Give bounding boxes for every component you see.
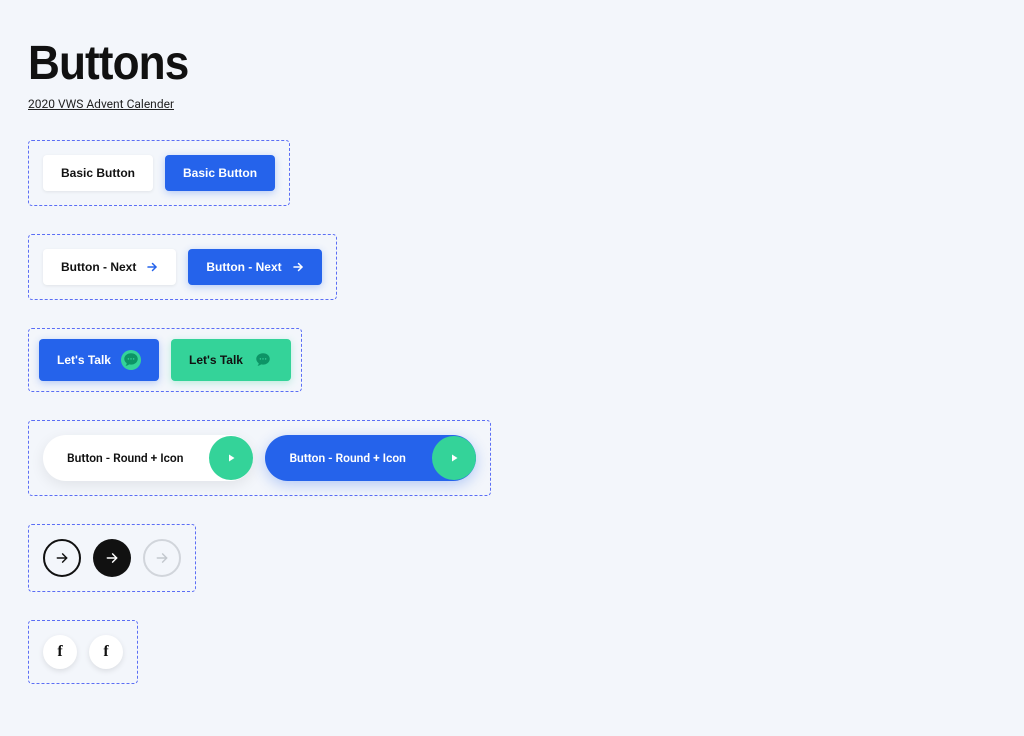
facebook-icon: f [103, 643, 108, 661]
group-next: Button - Next Button - Next [28, 234, 337, 300]
round-button-blue[interactable]: Button - Round + Icon [265, 435, 475, 481]
chat-bubble-icon [121, 350, 141, 370]
round-button-label: Button - Round + Icon [43, 435, 209, 481]
next-button-white[interactable]: Button - Next [43, 249, 176, 285]
arrow-right-icon [155, 551, 169, 565]
group-round: Button - Round + Icon Button - Round + I… [28, 420, 491, 496]
talk-button-green[interactable]: Let's Talk [171, 339, 291, 381]
next-button-label: Button - Next [61, 260, 136, 274]
chat-bubble-icon [253, 350, 273, 370]
play-icon [432, 436, 476, 480]
group-social: f f [28, 620, 138, 684]
group-talk: Let's Talk Let's Talk [28, 328, 302, 392]
group-basic: Basic Button Basic Button [28, 140, 290, 206]
basic-button-blue[interactable]: Basic Button [165, 155, 275, 191]
talk-button-label: Let's Talk [189, 353, 243, 367]
facebook-button[interactable]: f [43, 635, 77, 669]
basic-button-white[interactable]: Basic Button [43, 155, 153, 191]
talk-button-label: Let's Talk [57, 353, 111, 367]
circle-button-grey[interactable] [143, 539, 181, 577]
facebook-icon: f [57, 643, 62, 661]
next-button-label: Button - Next [206, 260, 281, 274]
next-button-blue[interactable]: Button - Next [188, 249, 321, 285]
arrow-right-icon [105, 551, 119, 565]
arrow-right-icon [146, 261, 158, 273]
subtitle-link[interactable]: 2020 VWS Advent Calender [28, 97, 174, 111]
play-icon [209, 436, 253, 480]
arrow-right-icon [292, 261, 304, 273]
group-circles [28, 524, 196, 592]
facebook-button[interactable]: f [89, 635, 123, 669]
round-button-label: Button - Round + Icon [265, 435, 431, 481]
talk-button-blue[interactable]: Let's Talk [39, 339, 159, 381]
page-title: Buttons [28, 36, 919, 91]
circle-button-black[interactable] [93, 539, 131, 577]
arrow-right-icon [55, 551, 69, 565]
round-button-white[interactable]: Button - Round + Icon [43, 435, 253, 481]
circle-button-outline[interactable] [43, 539, 81, 577]
